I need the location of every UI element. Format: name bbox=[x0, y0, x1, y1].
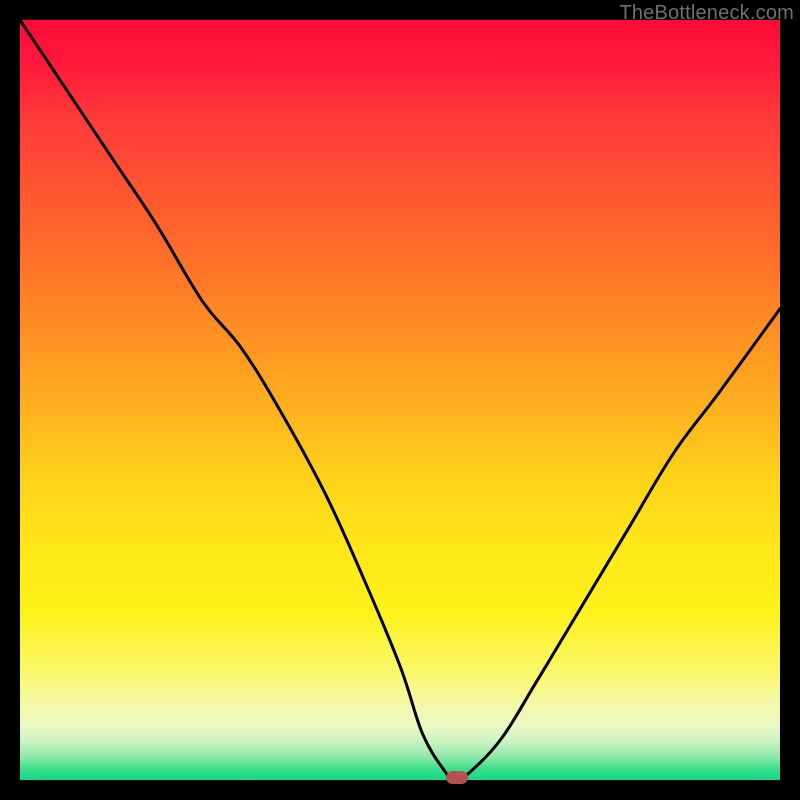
chart-frame: TheBottleneck.com bbox=[0, 0, 800, 800]
plot-area bbox=[20, 20, 780, 780]
optimal-point-marker bbox=[446, 771, 468, 784]
bottleneck-curve bbox=[20, 20, 780, 780]
